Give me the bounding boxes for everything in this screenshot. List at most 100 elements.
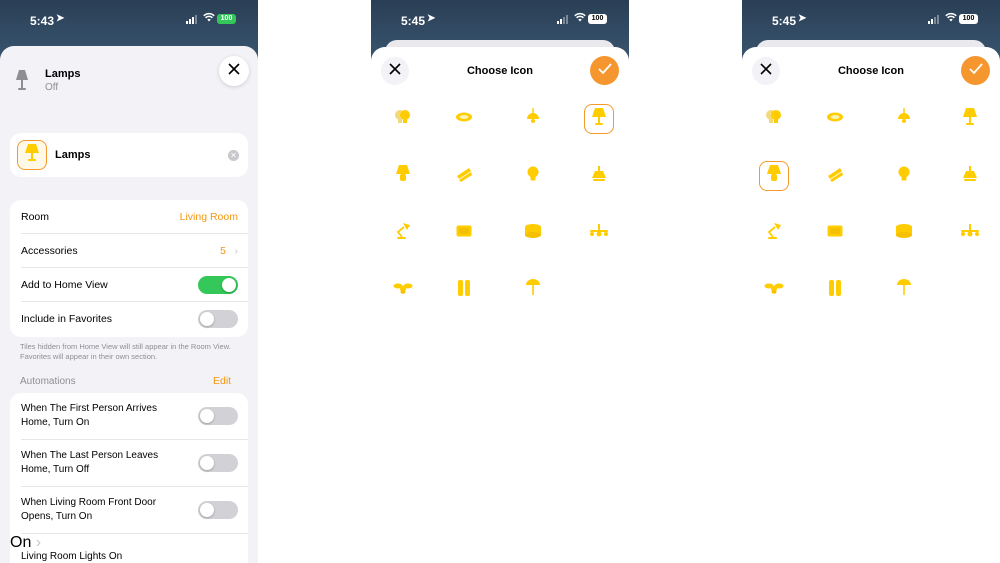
bulb-icon xyxy=(898,166,910,187)
home-view-label: Add to Home View xyxy=(21,279,108,291)
floor-lamp-icon xyxy=(525,278,541,302)
icon-option[interactable] xyxy=(759,161,789,191)
accessory-status: Off xyxy=(45,82,59,93)
status-time: 5:45 xyxy=(772,14,797,28)
automation-row: When The Last Person Leaves Home, Turn O… xyxy=(10,440,248,487)
automations-list: When The First Person Arrives Home, Turn… xyxy=(10,393,248,563)
scene-row[interactable]: Living Room Lights On On › xyxy=(10,534,248,563)
icon-option[interactable] xyxy=(584,104,614,134)
home-view-toggle[interactable] xyxy=(198,276,238,294)
icon-option[interactable] xyxy=(518,161,548,191)
choose-icon-sheet: Choose Icon xyxy=(742,47,1000,563)
favorites-toggle[interactable] xyxy=(198,310,238,328)
home-view-row: Add to Home View xyxy=(10,268,248,302)
icon-option[interactable] xyxy=(889,104,919,134)
desk-lamp-icon xyxy=(394,222,412,245)
accessory-settings-screen: 5:43 ➤ 100 Lamps Off Lamps ✕ Room Living… xyxy=(0,0,258,563)
status-time: 5:45 xyxy=(401,14,426,28)
icon-option[interactable] xyxy=(889,275,919,305)
icon-option[interactable] xyxy=(584,161,614,191)
done-button[interactable] xyxy=(590,56,619,85)
lamp-header-icon xyxy=(16,70,28,92)
icon-option[interactable] xyxy=(518,275,548,305)
panel-light-icon xyxy=(827,224,843,242)
icon-option[interactable] xyxy=(889,218,919,248)
settings-list: Room Living Room Accessories 5 › Add to … xyxy=(10,200,248,337)
scene-value: On xyxy=(10,534,32,551)
accessories-count: 5 xyxy=(220,245,226,257)
light-strip-icon xyxy=(826,166,844,187)
edit-automations-button[interactable]: Edit xyxy=(213,375,231,387)
signal-icon xyxy=(557,14,571,24)
chandelier-icon xyxy=(960,223,980,243)
chevron-right-icon: › xyxy=(35,534,42,551)
done-button[interactable] xyxy=(961,56,990,85)
desk-lamp-icon xyxy=(765,222,783,245)
wifi-icon xyxy=(945,12,957,25)
icon-option[interactable] xyxy=(449,275,479,305)
battery-indicator: 100 xyxy=(588,14,607,24)
close-button[interactable] xyxy=(219,56,249,86)
icon-option[interactable] xyxy=(449,218,479,248)
desk-lamp-cone-icon xyxy=(591,165,607,187)
floor-lamp-icon xyxy=(896,278,912,302)
icon-option[interactable] xyxy=(889,161,919,191)
icon-option[interactable] xyxy=(759,275,789,305)
accessories-label: Accessories xyxy=(21,245,78,257)
chandelier-icon xyxy=(589,223,609,243)
name-field-card: Lamps ✕ xyxy=(10,133,248,177)
icon-option[interactable] xyxy=(759,218,789,248)
icon-option[interactable] xyxy=(388,104,418,134)
location-arrow-icon: ➤ xyxy=(798,13,807,24)
automation-row: When The First Person Arrives Home, Turn… xyxy=(10,393,248,440)
chevron-right-icon: › xyxy=(234,245,239,257)
icon-option[interactable] xyxy=(449,104,479,134)
automation-toggle[interactable] xyxy=(198,501,238,519)
icon-option[interactable] xyxy=(518,218,548,248)
icon-option[interactable] xyxy=(759,104,789,134)
pendant-light-icon xyxy=(897,107,911,131)
name-input[interactable]: Lamps xyxy=(55,149,90,161)
accessory-icon-button[interactable] xyxy=(17,140,47,170)
pendant-light-icon xyxy=(526,107,540,131)
ceiling-light-icon xyxy=(826,110,844,128)
automation-label: When The Last Person Leaves Home, Turn O… xyxy=(21,450,159,475)
wifi-icon xyxy=(574,12,586,25)
table-lamp-icon xyxy=(963,107,977,131)
clear-text-button[interactable]: ✕ xyxy=(228,150,239,161)
bulb-icon xyxy=(527,166,539,187)
icon-option[interactable] xyxy=(820,275,850,305)
icon-option[interactable] xyxy=(449,161,479,191)
lamp-icon xyxy=(25,143,39,167)
icon-option[interactable] xyxy=(518,104,548,134)
icon-option[interactable] xyxy=(955,161,985,191)
ceiling-fan-icon xyxy=(393,281,413,299)
close-icon xyxy=(228,62,240,80)
room-label: Room xyxy=(21,211,50,223)
accessories-row[interactable]: Accessories 5 › xyxy=(10,234,248,268)
icon-option[interactable] xyxy=(584,218,614,248)
status-bar: 5:45 ➤ 100 xyxy=(742,0,1000,40)
automation-toggle[interactable] xyxy=(198,454,238,472)
automation-toggle[interactable] xyxy=(198,407,238,425)
checkmark-icon xyxy=(968,62,983,80)
icon-option[interactable] xyxy=(820,218,850,248)
choose-icon-sheet: Choose Icon xyxy=(371,47,629,563)
icon-option[interactable] xyxy=(388,161,418,191)
icon-option[interactable] xyxy=(820,161,850,191)
automations-heading: Automations xyxy=(20,376,76,387)
location-arrow-icon: ➤ xyxy=(56,13,65,24)
signal-icon xyxy=(928,14,942,24)
room-value: Living Room xyxy=(179,211,238,223)
lamp-icon xyxy=(396,164,410,188)
icon-option[interactable] xyxy=(955,218,985,248)
puck-light-icon xyxy=(895,223,913,244)
battery-indicator: 100 xyxy=(959,14,978,24)
icon-option[interactable] xyxy=(388,275,418,305)
panel-light-icon xyxy=(456,224,472,242)
icon-option[interactable] xyxy=(820,104,850,134)
icon-option[interactable] xyxy=(955,104,985,134)
room-row[interactable]: Room Living Room xyxy=(10,200,248,234)
automation-row: When Living Room Front Door Opens, Turn … xyxy=(10,487,248,534)
icon-option[interactable] xyxy=(388,218,418,248)
